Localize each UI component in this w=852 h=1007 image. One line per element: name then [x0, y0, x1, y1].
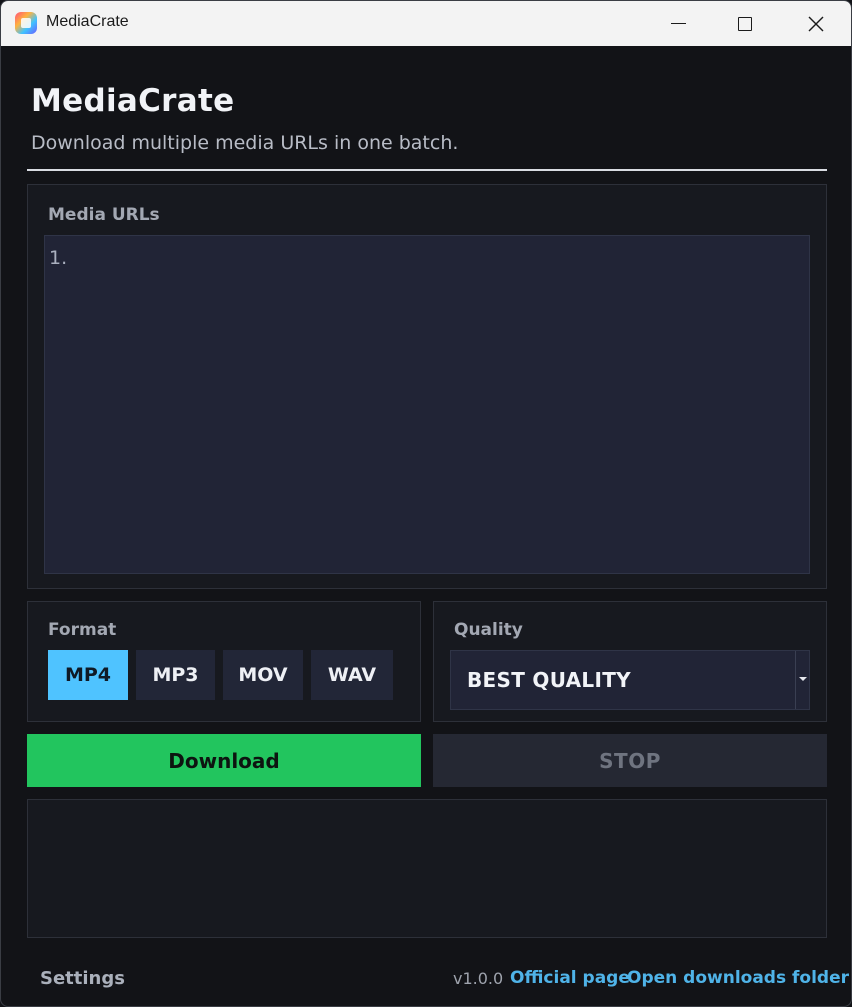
urls-textarea[interactable]: 1. — [44, 235, 810, 574]
quality-selected-value: BEST QUALITY — [467, 668, 631, 692]
window-title: MediaCrate — [46, 13, 129, 30]
minimize-button[interactable] — [643, 1, 713, 46]
chevron-down-icon[interactable] — [799, 677, 807, 681]
format-option-mp4[interactable]: MP4 — [48, 650, 128, 700]
stop-button[interactable]: STOP — [433, 734, 827, 787]
app-window: MediaCrate MediaCrate Download multiple … — [0, 0, 852, 1007]
minimize-icon — [670, 23, 686, 24]
page-subtitle: Download multiple media URLs in one batc… — [31, 132, 459, 154]
close-button[interactable] — [781, 1, 851, 46]
app-logo-icon — [15, 12, 37, 34]
log-output-panel — [27, 799, 827, 938]
quality-dropdown[interactable]: BEST QUALITY — [450, 650, 810, 710]
format-option-mp3[interactable]: MP3 — [136, 650, 215, 700]
maximize-button[interactable] — [710, 1, 780, 46]
page-title: MediaCrate — [31, 83, 235, 119]
urls-panel: Media URLs 1. — [27, 184, 827, 589]
close-icon — [808, 16, 824, 31]
quality-label: Quality — [454, 620, 523, 640]
settings-button[interactable]: Settings — [40, 968, 125, 989]
quality-panel: Quality BEST QUALITY — [433, 601, 827, 722]
format-option-wav[interactable]: WAV — [311, 650, 393, 700]
version-label: v1.0.0 — [453, 969, 504, 988]
format-panel: Format MP4 MP3 MOV WAV — [27, 601, 421, 722]
maximize-icon — [738, 16, 752, 31]
title-bar: MediaCrate — [1, 1, 851, 46]
dropdown-divider — [795, 651, 796, 709]
urls-label: Media URLs — [48, 205, 160, 225]
format-label: Format — [48, 620, 117, 640]
header-divider — [27, 169, 827, 171]
open-downloads-folder-link[interactable]: Open downloads folder — [627, 968, 849, 988]
format-option-mov[interactable]: MOV — [223, 650, 303, 700]
official-page-link[interactable]: Official page — [510, 968, 630, 988]
download-button[interactable]: Download — [27, 734, 421, 787]
url-line-number: 1. — [49, 247, 68, 269]
